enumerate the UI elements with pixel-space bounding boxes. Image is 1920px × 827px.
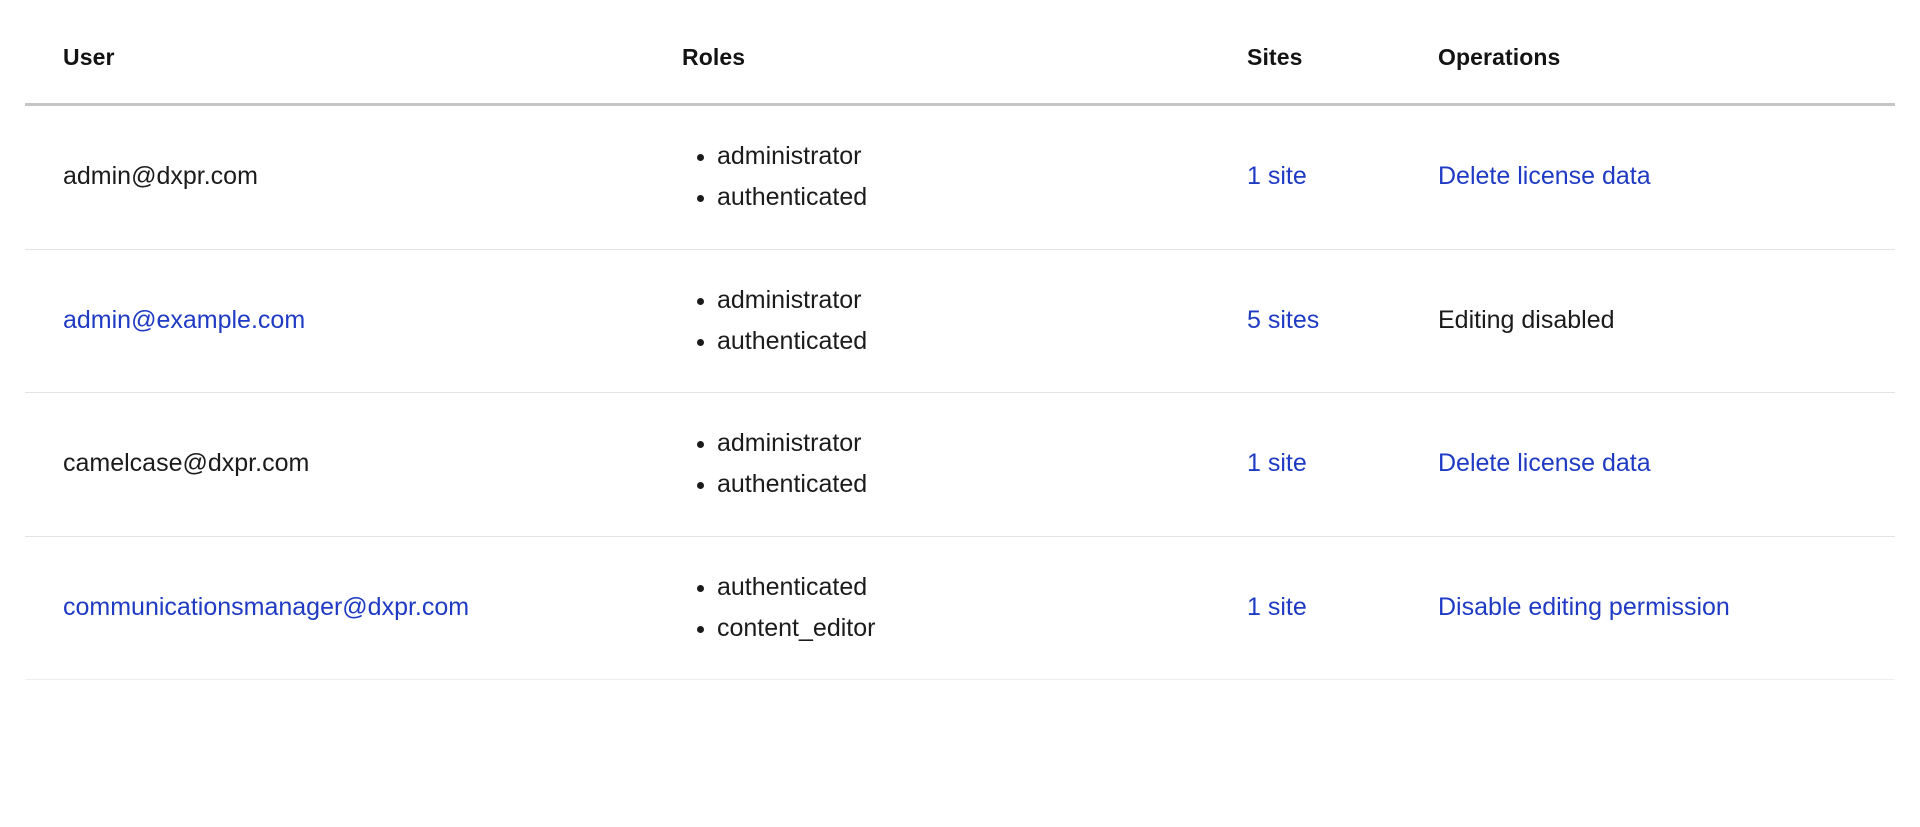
sites-count-link[interactable]: 5 sites	[1247, 306, 1319, 334]
cell-roles: authenticatedcontent_editor	[655, 536, 1235, 680]
role-item: administrator	[717, 280, 1235, 321]
operation-action-link[interactable]: Delete license data	[1438, 449, 1651, 477]
user-license-page: User Roles Sites Operations admin@dxpr.c…	[0, 0, 1920, 827]
cell-roles: administratorauthenticated	[655, 249, 1235, 393]
cell-operations: Editing disabled	[1420, 249, 1895, 393]
user-email-text: admin@dxpr.com	[63, 162, 258, 190]
roles-list: authenticatedcontent_editor	[655, 567, 1235, 650]
column-header-sites-label: Sites	[1247, 44, 1302, 70]
cell-sites: 5 sites	[1235, 249, 1420, 393]
roles-list: administratorauthenticated	[655, 423, 1235, 506]
sites-count-link[interactable]: 1 site	[1247, 593, 1307, 621]
user-email-link[interactable]: admin@example.com	[63, 306, 305, 334]
cell-user: admin@dxpr.com	[25, 105, 655, 250]
roles-list: administratorauthenticated	[655, 136, 1235, 219]
cell-sites: 1 site	[1235, 536, 1420, 680]
cell-sites: 1 site	[1235, 393, 1420, 537]
table-header: User Roles Sites Operations	[25, 0, 1895, 105]
column-header-sites[interactable]: Sites	[1235, 0, 1420, 105]
column-header-user-label: User	[63, 44, 115, 70]
column-header-roles[interactable]: Roles	[655, 0, 1235, 105]
column-header-operations[interactable]: Operations	[1420, 0, 1895, 105]
role-item: authenticated	[717, 567, 1235, 608]
cell-user: communicationsmanager@dxpr.com	[25, 536, 655, 680]
operation-action-link[interactable]: Disable editing permission	[1438, 593, 1730, 621]
cell-roles: administratorauthenticated	[655, 393, 1235, 537]
table-header-row: User Roles Sites Operations	[25, 0, 1895, 105]
column-header-roles-label: Roles	[682, 44, 745, 70]
role-item: authenticated	[717, 177, 1235, 218]
column-header-operations-label: Operations	[1438, 44, 1560, 70]
header-spacer	[63, 0, 655, 44]
role-item: authenticated	[717, 321, 1235, 362]
sites-count-link[interactable]: 1 site	[1247, 449, 1307, 477]
table-row: admin@dxpr.com administratorauthenticated…	[25, 105, 1895, 250]
table-body: admin@dxpr.comadministratorauthenticated…	[25, 105, 1895, 680]
sites-count-link[interactable]: 1 site	[1247, 162, 1307, 190]
cell-user: admin@example.com	[25, 249, 655, 393]
role-item: authenticated	[717, 464, 1235, 505]
user-email-link[interactable]: communicationsmanager@dxpr.com	[63, 593, 469, 621]
cell-operations: Delete license data	[1420, 393, 1895, 537]
role-item: content_editor	[717, 608, 1235, 649]
table-row: camelcase@dxpr.com administratorauthentic…	[25, 393, 1895, 537]
user-email-text: camelcase@dxpr.com	[63, 449, 309, 477]
cell-operations: Delete license data	[1420, 105, 1895, 250]
table-row: communicationsmanager@dxpr.com authentica…	[25, 536, 1895, 680]
role-item: administrator	[717, 423, 1235, 464]
table-row: admin@example.com administratorauthentica…	[25, 249, 1895, 393]
role-item: administrator	[717, 136, 1235, 177]
column-header-user[interactable]: User	[25, 0, 655, 105]
cell-roles: administratorauthenticated	[655, 105, 1235, 250]
cell-sites: 1 site	[1235, 105, 1420, 250]
roles-list: administratorauthenticated	[655, 280, 1235, 363]
cell-user: camelcase@dxpr.com	[25, 393, 655, 537]
cell-operations: Disable editing permission	[1420, 536, 1895, 680]
operation-status-text: Editing disabled	[1438, 306, 1615, 334]
operation-action-link[interactable]: Delete license data	[1438, 162, 1651, 190]
user-license-table: User Roles Sites Operations admin@dxpr.c…	[25, 0, 1895, 680]
